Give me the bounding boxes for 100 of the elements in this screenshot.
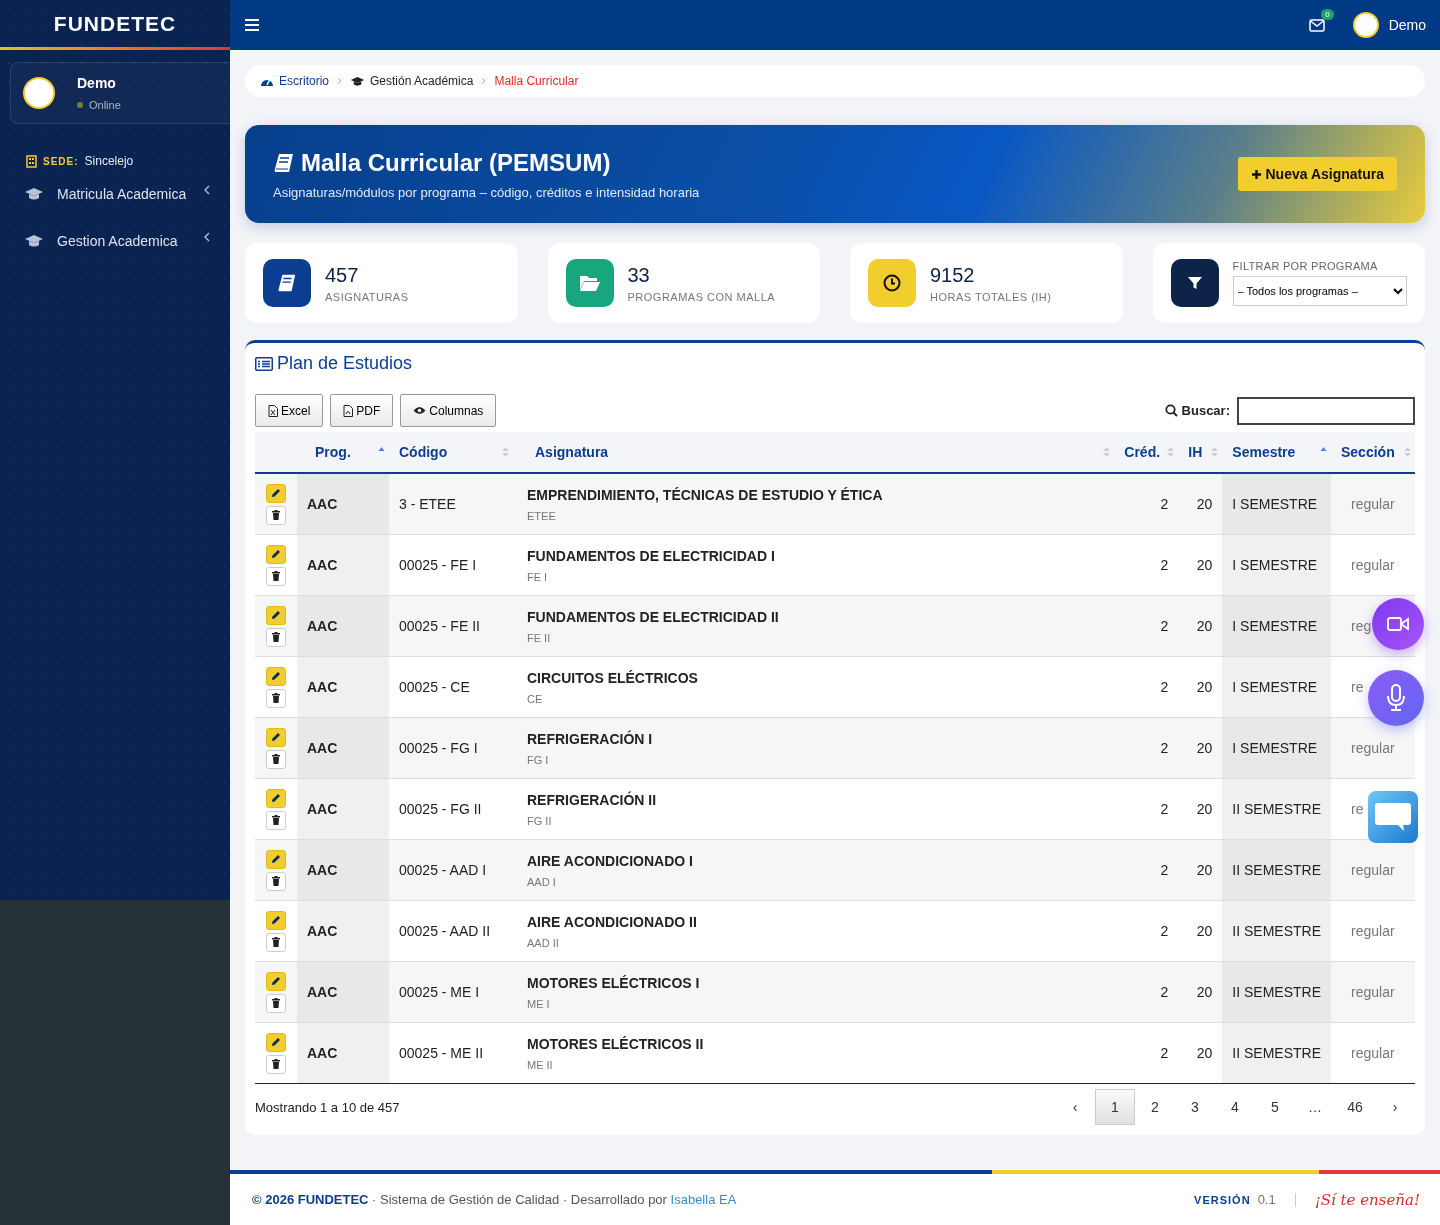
- edit-button[interactable]: [266, 544, 286, 564]
- book-icon: [273, 151, 295, 174]
- sede-value: Sincelejo: [84, 154, 134, 168]
- edit-button[interactable]: [266, 1032, 286, 1052]
- program-cell: AAC: [297, 900, 389, 962]
- sede-label: SEDE:: [43, 155, 79, 167]
- page-title: Malla Curricular (PEMSUM): [301, 148, 611, 177]
- card-title: Plan de Estudios: [277, 353, 413, 374]
- file-icon: [343, 404, 354, 417]
- edit-button[interactable]: [266, 849, 286, 869]
- code-cell: 00025 - AAD I: [389, 839, 513, 901]
- nav-item[interactable]: Matricula Academica: [0, 172, 230, 215]
- page-link[interactable]: 5: [1255, 1089, 1295, 1125]
- edit-button[interactable]: [266, 910, 286, 930]
- section-cell: regular: [1331, 961, 1415, 1023]
- search-field[interactable]: [1237, 396, 1415, 425]
- trash-icon: [272, 510, 280, 520]
- pencil-icon: [271, 976, 281, 986]
- delete-button[interactable]: [266, 932, 286, 952]
- credits-cell: 2: [1114, 778, 1179, 840]
- trash-icon: [272, 754, 280, 764]
- export-button[interactable]: Excel: [255, 394, 324, 427]
- edit-button[interactable]: [266, 605, 286, 625]
- microphone-icon: [1386, 684, 1406, 712]
- edit-button[interactable]: [266, 788, 286, 808]
- page-link[interactable]: 3: [1175, 1089, 1215, 1125]
- subject-name: EMPRENDIMIENTO, TÉCNICAS DE ESTUDIO Y ÉTICA: [527, 486, 884, 503]
- code-cell: 00025 - FG I: [389, 717, 513, 779]
- hours-cell: 20: [1178, 473, 1223, 535]
- code-cell: 00025 - FE II: [389, 595, 513, 657]
- credits-cell: 2: [1114, 839, 1179, 901]
- breadcrumb-link[interactable]: Gestión Académica: [350, 74, 474, 88]
- edit-button[interactable]: [266, 727, 286, 747]
- page-link[interactable]: 2: [1135, 1089, 1175, 1125]
- breadcrumb-link[interactable]: Escritorio: [260, 74, 329, 88]
- delete-button[interactable]: [266, 993, 286, 1013]
- pencil-icon: [271, 1037, 281, 1047]
- stat-label: ASIGNATURAS: [325, 290, 409, 303]
- export-button[interactable]: PDF: [330, 394, 394, 427]
- filter-icon: [1170, 259, 1219, 307]
- credits-cell: 2: [1114, 595, 1179, 657]
- subject-abbreviation: AAD I: [527, 875, 557, 888]
- edit-button[interactable]: [266, 971, 286, 991]
- nav-item[interactable]: Gestion Academica: [0, 219, 230, 262]
- section-cell: regular: [1331, 839, 1415, 901]
- stat-label: PROGRAMAS CON MALLA: [627, 290, 776, 303]
- delete-button[interactable]: [266, 749, 286, 769]
- brand-logo[interactable]: FUNDETEC: [53, 11, 177, 36]
- section-cell: regular: [1331, 534, 1415, 596]
- section-cell: regular: [1331, 717, 1415, 779]
- credits-cell: 2: [1114, 656, 1179, 718]
- delete-button[interactable]: [266, 627, 286, 647]
- eye-icon: [413, 406, 427, 415]
- page-link[interactable]: 1: [1095, 1089, 1135, 1125]
- chevron-icon: [481, 77, 487, 85]
- trash-icon: [272, 632, 280, 642]
- program-cell: AAC: [297, 1022, 389, 1084]
- subject-abbreviation: FE I: [527, 570, 549, 583]
- trash-icon: [272, 571, 280, 581]
- hours-cell: 20: [1178, 595, 1223, 657]
- program-cell: AAC: [297, 595, 389, 657]
- breadcrumb-link[interactable]: Malla Curricular: [494, 74, 579, 88]
- chevron-icon: [204, 184, 210, 195]
- edit-button[interactable]: [266, 483, 286, 503]
- trash-icon: [272, 693, 280, 703]
- developer-link[interactable]: Isabella EA: [670, 1192, 737, 1207]
- edit-button[interactable]: [266, 666, 286, 686]
- user-name[interactable]: Demo: [1388, 17, 1426, 33]
- delete-button[interactable]: [266, 871, 286, 891]
- section-cell: regular: [1331, 473, 1415, 535]
- avatar[interactable]: [1352, 12, 1379, 38]
- pencil-icon: [271, 732, 281, 742]
- export-button[interactable]: Columnas: [400, 394, 497, 427]
- trash-icon: [272, 998, 280, 1008]
- delete-button[interactable]: [266, 810, 286, 830]
- new-subject-button[interactable]: Nueva Asignatura: [1238, 157, 1397, 191]
- mail-icon[interactable]: [1308, 18, 1325, 32]
- menu-icon[interactable]: [245, 19, 259, 31]
- search-icon: [1164, 404, 1178, 417]
- delete-button[interactable]: [266, 505, 286, 525]
- program-select[interactable]: – Todos los programas –: [1232, 276, 1407, 306]
- semester-cell: II SEMESTRE: [1222, 778, 1331, 840]
- page-link[interactable]: …: [1295, 1089, 1335, 1125]
- page-link[interactable]: 46: [1335, 1089, 1375, 1125]
- page-link[interactable]: 4: [1215, 1089, 1255, 1125]
- code-cell: 3 - ETEE: [389, 473, 513, 535]
- semester-cell: II SEMESTRE: [1222, 961, 1331, 1023]
- user-name: Demo: [77, 75, 117, 91]
- credits-cell: 2: [1114, 473, 1179, 535]
- delete-button[interactable]: [266, 566, 286, 586]
- delete-button[interactable]: [266, 688, 286, 708]
- chat-button[interactable]: [1368, 791, 1418, 843]
- delete-button[interactable]: [266, 1054, 286, 1074]
- semester-cell: I SEMESTRE: [1222, 473, 1331, 535]
- graduation-cap-icon: [24, 186, 44, 201]
- code-cell: 00025 - ME I: [389, 961, 513, 1023]
- credits-cell: 2: [1114, 900, 1179, 962]
- page-link[interactable]: ›: [1375, 1089, 1415, 1125]
- list-icon: [255, 356, 273, 371]
- page-link[interactable]: ‹: [1055, 1089, 1095, 1125]
